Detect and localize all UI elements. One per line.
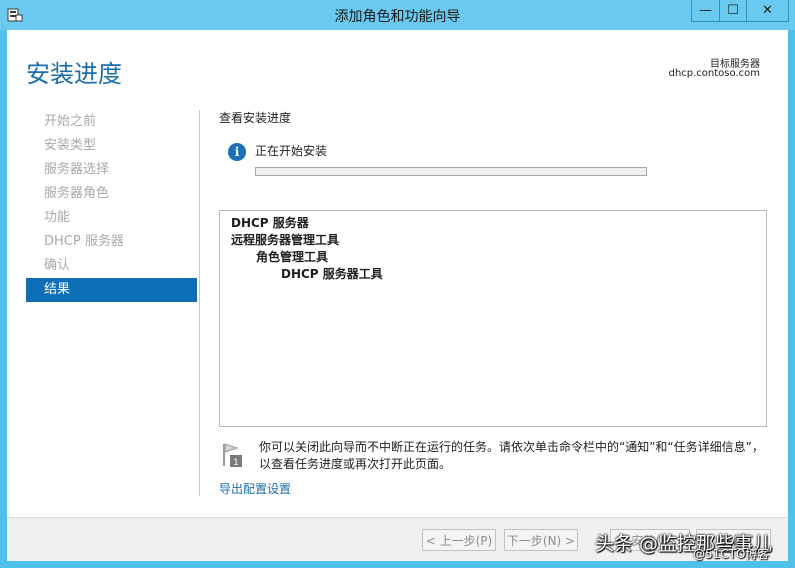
- close-icon: ✕: [762, 3, 773, 18]
- maximize-button[interactable]: ☐: [719, 0, 747, 22]
- feature-item: 角色管理工具: [256, 250, 329, 264]
- export-configuration-link[interactable]: 导出配置设置: [219, 480, 291, 497]
- nav-item-features[interactable]: 功能: [26, 206, 197, 230]
- install-status-text: 正在开始安装: [255, 144, 328, 158]
- svg-text:1: 1: [233, 458, 239, 468]
- window-title: 添加角色和功能向导: [334, 9, 461, 25]
- section-heading: 查看安装进度: [219, 111, 292, 125]
- previous-button[interactable]: < 上一步(P): [422, 529, 496, 551]
- page-title: 安装进度: [26, 60, 122, 88]
- feature-item: DHCP 服务器工具: [281, 267, 383, 281]
- nav-item-results[interactable]: 结果: [26, 278, 197, 302]
- wizard-client-area: 安装进度 目标服务器 dhcp.contoso.com 开始之前 安装类型 服务…: [7, 30, 788, 561]
- install-progress-bar: [255, 167, 647, 176]
- watermark-subtext: @51CTO博客: [693, 547, 770, 561]
- background-task-note: 你可以关闭此向导而不中断正在运行的任务。请依次单击命令栏中的“通知”和“任务详细…: [259, 440, 764, 471]
- wizard-nav: 开始之前 安装类型 服务器选择 服务器角色 功能 DHCP 服务器 确认 结果: [26, 110, 197, 302]
- nav-item-dhcp-server[interactable]: DHCP 服务器: [26, 230, 197, 254]
- flag-notification-icon: 1: [223, 443, 242, 468]
- nav-divider: [199, 110, 200, 496]
- nav-item-before-you-begin[interactable]: 开始之前: [26, 110, 197, 134]
- title-bar[interactable]: 添加角色和功能向导 — ☐ ✕: [0, 0, 795, 30]
- minimize-icon: —: [699, 3, 712, 18]
- minimize-button[interactable]: —: [691, 0, 720, 22]
- nav-item-installation-type[interactable]: 安装类型: [26, 134, 197, 158]
- feature-item: DHCP 服务器: [231, 216, 309, 230]
- nav-item-server-selection[interactable]: 服务器选择: [26, 158, 197, 182]
- nav-item-confirmation[interactable]: 确认: [26, 254, 197, 278]
- nav-item-server-roles[interactable]: 服务器角色: [26, 182, 197, 206]
- info-icon: i: [228, 143, 246, 161]
- destination-server-host: dhcp.contoso.com: [668, 68, 760, 79]
- close-window-button[interactable]: ✕: [746, 0, 789, 22]
- maximize-icon: ☐: [727, 3, 739, 18]
- next-button[interactable]: 下一步(N) >: [504, 529, 578, 551]
- feature-item: 远程服务器管理工具: [231, 233, 340, 247]
- feature-list: DHCP 服务器 远程服务器管理工具 角色管理工具 DHCP 服务器工具: [219, 210, 767, 427]
